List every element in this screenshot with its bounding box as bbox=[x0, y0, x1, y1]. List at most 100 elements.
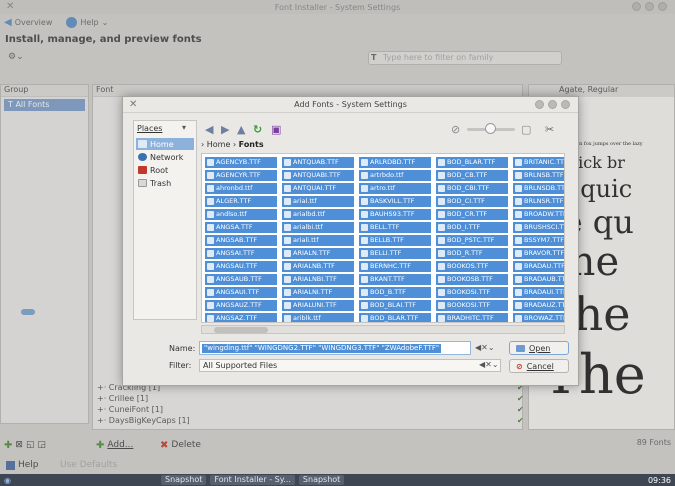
file-item[interactable]: ariali.ttf bbox=[282, 235, 354, 246]
file-item[interactable]: ariblk.ttf bbox=[282, 313, 354, 322]
file-item[interactable]: BOD_PSTC.TTF bbox=[436, 235, 508, 246]
filter-dropdown-icon[interactable]: ◀✕⌄ bbox=[479, 360, 499, 369]
file-item[interactable]: ARIALN.TTF bbox=[282, 248, 354, 259]
font-list-item[interactable]: +· Crillee [1] ✔ bbox=[97, 394, 524, 403]
file-item[interactable]: ARIALNBI.TTF bbox=[282, 274, 354, 285]
file-item[interactable]: BOOKOSI.TTF bbox=[436, 300, 508, 311]
enabled-check-icon[interactable]: ✔ bbox=[517, 416, 524, 425]
file-item[interactable]: BOD_CB.TTF bbox=[436, 170, 508, 181]
file-item[interactable]: ARIALUNI.TTF bbox=[282, 300, 354, 311]
file-item[interactable]: ANGSAZ.TTF bbox=[205, 313, 277, 322]
overview-button[interactable]: ◀ Overview bbox=[4, 17, 52, 28]
file-item[interactable]: BRADHITC.TTF bbox=[436, 313, 508, 322]
file-item[interactable]: BOD_BLAI.TTF bbox=[359, 300, 431, 311]
file-item[interactable]: BELLI.TTF bbox=[359, 248, 431, 259]
view-mode-icon[interactable]: ▣ bbox=[271, 123, 281, 136]
file-item[interactable]: BRADAUZ.TTF bbox=[513, 300, 564, 311]
file-item[interactable]: artrbdo.ttf bbox=[359, 170, 431, 181]
help-menu-button[interactable]: Help ⌄ bbox=[66, 16, 108, 28]
file-item[interactable]: artro.ttf bbox=[359, 183, 431, 194]
file-item[interactable]: ANGSAB.TTF bbox=[205, 235, 277, 246]
file-item[interactable]: ANGSAUI.TTF bbox=[205, 287, 277, 298]
file-item[interactable]: BASKVILL.TTF bbox=[359, 196, 431, 207]
remove-group-icon[interactable]: ⊠ bbox=[15, 440, 23, 450]
back-icon[interactable]: ◀ bbox=[205, 123, 213, 136]
file-item[interactable]: BOD_BLAR.TTF bbox=[436, 157, 508, 168]
options-icon[interactable]: ✂ bbox=[545, 123, 554, 136]
file-item[interactable]: arial.ttf bbox=[282, 196, 354, 207]
file-item[interactable]: AGENCYR.TTF bbox=[205, 170, 277, 181]
file-item[interactable]: ALGER.TTF bbox=[205, 196, 277, 207]
file-item[interactable]: BOD_CBI.TTF bbox=[436, 183, 508, 194]
file-item[interactable]: ANTQUAI.TTF bbox=[282, 183, 354, 194]
file-item[interactable]: BOD_R.TTF bbox=[436, 248, 508, 259]
file-item[interactable]: BOOKOS.TTF bbox=[436, 261, 508, 272]
settings-combo[interactable]: ⚙⌄ bbox=[8, 52, 30, 66]
file-item[interactable]: ANGSAUB.TTF bbox=[205, 274, 277, 285]
file-item[interactable]: ARLRDBD.TTF bbox=[359, 157, 431, 168]
search-input[interactable]: T Type here to filter on family bbox=[368, 51, 562, 65]
close-button[interactable] bbox=[658, 2, 667, 11]
file-item[interactable]: BOD_CR.TTF bbox=[436, 209, 508, 220]
file-item[interactable]: ANTQUABI.TTF bbox=[282, 170, 354, 181]
file-item[interactable]: BRAVOR.TTF bbox=[513, 248, 564, 259]
file-item[interactable]: ARIALNI.TTF bbox=[282, 287, 354, 298]
file-item[interactable]: ARIALNB.TTF bbox=[282, 261, 354, 272]
dialog-minimize-button[interactable] bbox=[535, 100, 544, 109]
file-item[interactable]: arialbi.ttf bbox=[282, 222, 354, 233]
open-button[interactable]: Open bbox=[509, 341, 569, 355]
file-item[interactable]: BRADAUI.TTF bbox=[513, 287, 564, 298]
file-item[interactable]: BELLB.TTF bbox=[359, 235, 431, 246]
cancel-button[interactable]: ⊘ Cancel bbox=[509, 359, 569, 373]
application-launcher-icon[interactable]: ◉ bbox=[4, 476, 11, 485]
group-header[interactable]: Group bbox=[1, 85, 88, 97]
kde-menu-icon[interactable]: ✕ bbox=[6, 1, 14, 12]
file-item[interactable]: BRITANIC.TTF bbox=[513, 157, 564, 168]
file-item[interactable]: ANGSAI.TTF bbox=[205, 248, 277, 259]
scrollbar-thumb[interactable] bbox=[214, 327, 268, 333]
group-item-all-fonts[interactable]: T All Fonts bbox=[4, 99, 85, 111]
place-root[interactable]: Root bbox=[136, 164, 194, 176]
file-item[interactable]: BROADW.TTF bbox=[513, 209, 564, 220]
use-defaults-button[interactable]: Use Defaults bbox=[60, 458, 117, 472]
breadcrumb-current[interactable]: Fonts bbox=[239, 140, 264, 149]
breadcrumb-home[interactable]: Home bbox=[207, 140, 231, 149]
dialog-close-button[interactable] bbox=[561, 100, 570, 109]
file-item[interactable]: BRADAUB.TTF bbox=[513, 274, 564, 285]
file-item[interactable]: BAUHS93.TTF bbox=[359, 209, 431, 220]
file-item[interactable]: BELL.TTF bbox=[359, 222, 431, 233]
task-font-installer[interactable]: Font Installer - Sy... bbox=[210, 475, 295, 485]
file-item[interactable]: BKANT.TTF bbox=[359, 274, 431, 285]
file-item[interactable]: BRLNSB.TTF bbox=[513, 170, 564, 181]
add-group-icon[interactable]: ✚ bbox=[4, 440, 12, 451]
file-item[interactable]: BOD_I.TTF bbox=[436, 222, 508, 233]
file-item[interactable]: BOD_BLAR.TTF bbox=[359, 313, 431, 322]
file-item[interactable]: BRLNSR.TTF bbox=[513, 196, 564, 207]
dialog-maximize-button[interactable] bbox=[548, 100, 557, 109]
file-item[interactable]: AGENCYB.TTF bbox=[205, 157, 277, 168]
file-item[interactable]: BRUSHSCI.TTF bbox=[513, 222, 564, 233]
horizontal-scrollbar[interactable] bbox=[201, 325, 565, 334]
font-list-item[interactable]: +· CuneiFont [1] ✔ bbox=[97, 405, 524, 414]
file-item[interactable]: ANGSAUZ.TTF bbox=[205, 300, 277, 311]
add-font-button[interactable]: ✚ Add... bbox=[96, 438, 133, 452]
place-network[interactable]: Network bbox=[136, 151, 194, 163]
task-snapshot-2[interactable]: Snapshot bbox=[298, 475, 345, 485]
name-input[interactable]: "wingding.ttf" "WINGDNG2.TTF" "WINGDNG3.… bbox=[199, 341, 471, 355]
file-item[interactable]: BRADAU.TTF bbox=[513, 261, 564, 272]
file-item[interactable]: ANGSA.TTF bbox=[205, 222, 277, 233]
forward-icon[interactable]: ▶ bbox=[221, 123, 229, 136]
filter-select[interactable]: All Supported Files bbox=[199, 359, 501, 372]
dialog-menu-icon[interactable]: ✕ bbox=[129, 99, 137, 110]
file-item[interactable]: ahronbd.ttf bbox=[205, 183, 277, 194]
place-home[interactable]: Home bbox=[136, 138, 194, 150]
file-item[interactable]: ANTQUAB.TTF bbox=[282, 157, 354, 168]
maximize-button[interactable] bbox=[645, 2, 654, 11]
file-item[interactable]: andlso.ttf bbox=[205, 209, 277, 220]
minimize-button[interactable] bbox=[632, 2, 641, 11]
file-item[interactable]: BROWAZ.TTF bbox=[513, 313, 564, 322]
file-item[interactable]: BOD_CI.TTF bbox=[436, 196, 508, 207]
file-item[interactable]: BOD_B.TTF bbox=[359, 287, 431, 298]
place-trash[interactable]: Trash bbox=[136, 177, 194, 189]
task-snapshot[interactable]: Snapshot bbox=[160, 475, 207, 485]
